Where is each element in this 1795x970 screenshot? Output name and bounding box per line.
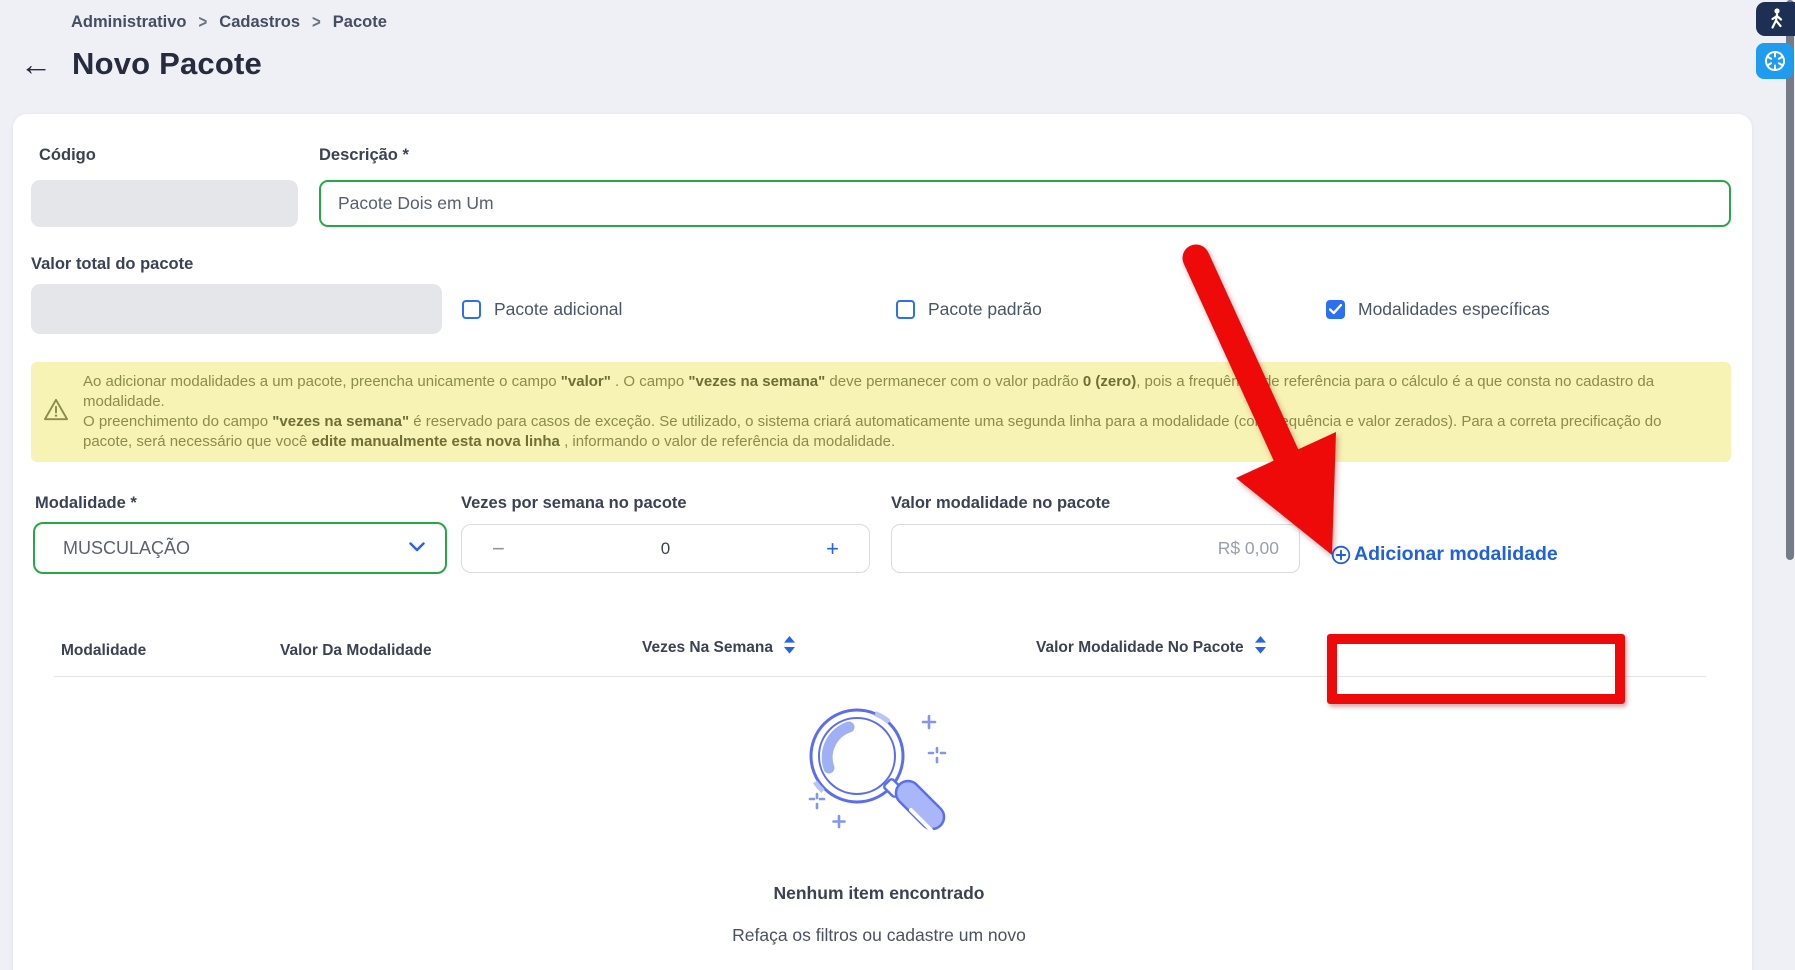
- checkbox-checked-icon[interactable]: [1326, 300, 1345, 319]
- codigo-label: Código: [39, 146, 96, 165]
- descricao-input[interactable]: [319, 180, 1731, 227]
- breadcrumb-item-pacote[interactable]: Pacote: [333, 13, 387, 32]
- chevron-down-icon: [409, 539, 425, 557]
- magnifier-illustration-icon: [779, 694, 979, 859]
- form-card: Código Descrição * Valor total do pacote…: [13, 114, 1752, 970]
- warning-triangle-icon: [43, 397, 69, 427]
- vezes-label: Vezes por semana no pacote: [461, 494, 687, 513]
- modalidade-select[interactable]: MUSCULAÇÃO: [33, 522, 447, 574]
- codigo-input: [31, 180, 298, 227]
- descricao-label: Descrição *: [319, 146, 409, 165]
- stepper-value: 0: [661, 539, 670, 559]
- page-title: Novo Pacote: [72, 46, 262, 82]
- valor-modalidade-label: Valor modalidade no pacote: [891, 494, 1110, 513]
- empty-state: Nenhum item encontrado Refaça os filtros…: [13, 694, 1745, 946]
- vezes-stepper: − 0 +: [461, 524, 870, 573]
- checkbox-pacote-adicional[interactable]: Pacote adicional: [462, 284, 622, 334]
- checkbox-label: Pacote padrão: [928, 299, 1042, 320]
- sort-icon[interactable]: [1254, 636, 1267, 659]
- breadcrumb-item-administrativo[interactable]: Administrativo: [71, 13, 187, 32]
- checkbox-label: Pacote adicional: [494, 299, 622, 320]
- column-header-vezes-na-semana[interactable]: Vezes Na Semana: [642, 636, 796, 659]
- adicionar-modalidade-button[interactable]: Adicionar modalidade: [1331, 543, 1558, 566]
- ai-assistant-widget-button[interactable]: [1756, 43, 1793, 79]
- checkbox-pacote-padrao[interactable]: Pacote padrão: [896, 284, 1042, 334]
- column-header-valor-da-modalidade: Valor Da Modalidade: [280, 642, 432, 660]
- modalidade-select-value: MUSCULAÇÃO: [63, 538, 190, 559]
- checkbox-label: Modalidades específicas: [1358, 299, 1550, 320]
- valor-modalidade-input[interactable]: [891, 524, 1300, 573]
- warning-text: Ao adicionar modalidades a um pacote, pr…: [83, 372, 1713, 452]
- sort-icon[interactable]: [783, 636, 796, 659]
- accessibility-widget-button[interactable]: [1756, 2, 1795, 36]
- annotation-highlight-box: [1327, 634, 1625, 704]
- vertical-scrollbar[interactable]: [1786, 0, 1794, 560]
- checkbox-icon[interactable]: [896, 300, 915, 319]
- walking-person-icon: [1766, 7, 1786, 31]
- stepper-plus-button[interactable]: +: [826, 536, 839, 562]
- modalidade-label: Modalidade *: [35, 494, 137, 513]
- checkbox-modalidades-especificas[interactable]: Modalidades específicas: [1326, 284, 1550, 334]
- column-header-modalidade: Modalidade: [61, 642, 146, 660]
- swirl-logo-icon: [1763, 49, 1787, 73]
- valor-total-label: Valor total do pacote: [31, 255, 193, 274]
- valor-total-input: [31, 284, 442, 334]
- adicionar-modalidade-label: Adicionar modalidade: [1354, 543, 1558, 566]
- back-arrow-icon[interactable]: ←: [20, 48, 52, 80]
- empty-state-subtitle: Refaça os filtros ou cadastre um novo: [13, 925, 1745, 946]
- plus-circle-icon: [1331, 545, 1351, 565]
- breadcrumb-item-cadastros[interactable]: Cadastros: [219, 13, 300, 32]
- stepper-minus-button[interactable]: −: [492, 536, 505, 562]
- breadcrumb: Administrativo > Cadastros > Pacote: [71, 13, 387, 32]
- column-header-valor-modalidade-no-pacote[interactable]: Valor Modalidade No Pacote: [1036, 636, 1267, 659]
- checkbox-icon[interactable]: [462, 300, 481, 319]
- breadcrumb-separator-icon: >: [312, 12, 321, 33]
- warning-banner: Ao adicionar modalidades a um pacote, pr…: [31, 362, 1731, 462]
- empty-state-title: Nenhum item encontrado: [13, 883, 1745, 904]
- breadcrumb-separator-icon: >: [199, 12, 208, 33]
